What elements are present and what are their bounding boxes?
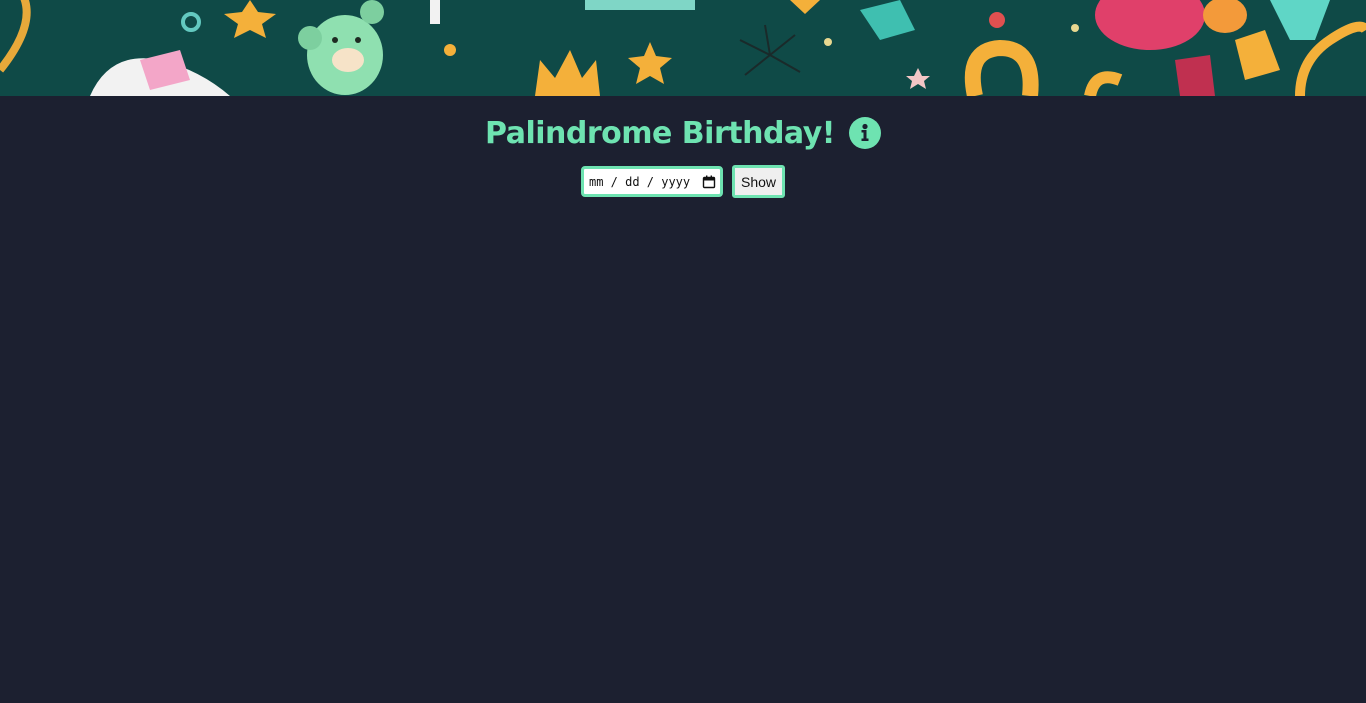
birthdate-input[interactable]: mm / dd / yyyy <box>580 166 723 197</box>
show-button[interactable]: Show <box>731 165 786 198</box>
info-icon[interactable] <box>848 117 881 149</box>
party-banner-image <box>0 0 1366 96</box>
date-placeholder: mm / dd / yyyy <box>588 174 691 189</box>
birthday-form: mm / dd / yyyy Show <box>0 165 1366 198</box>
header: Palindrome Birthday! <box>0 110 1366 156</box>
calendar-icon[interactable] <box>702 175 716 189</box>
page-title: Palindrome Birthday! <box>485 115 835 151</box>
